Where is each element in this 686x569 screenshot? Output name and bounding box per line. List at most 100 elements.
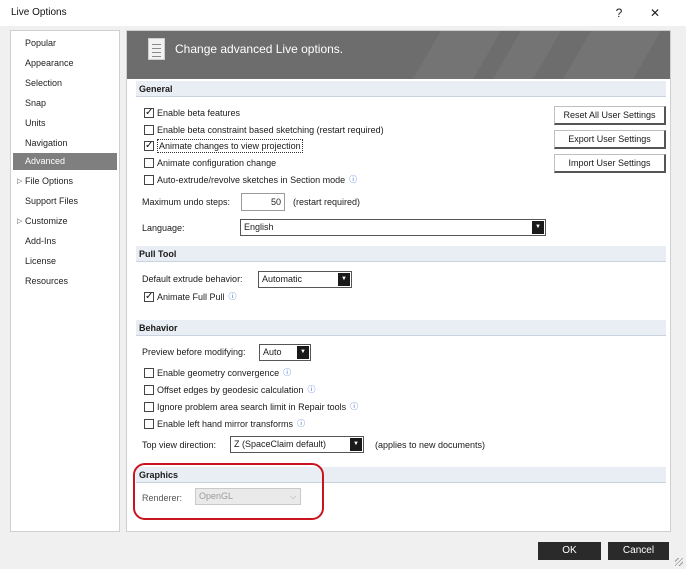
- nav-item-label: File Options: [25, 176, 74, 186]
- section-pull-tool-header: Pull Tool: [136, 246, 666, 262]
- beta-constraint-sketching-checkbox[interactable]: [144, 125, 154, 135]
- info-icon[interactable]: ⓘ: [297, 417, 305, 431]
- checkbox-row[interactable]: Enable beta features: [144, 106, 240, 120]
- nav-item-label: Support Files: [25, 196, 79, 206]
- preview-select[interactable]: Auto ▼: [259, 344, 311, 361]
- checkbox-label: Enable beta features: [157, 108, 241, 118]
- checkbox-label: Ignore problem area search limit in Repa…: [157, 402, 347, 412]
- export-user-settings-button[interactable]: Export User Settings: [554, 130, 666, 149]
- checkbox-label: Enable beta constraint based sketching (…: [157, 125, 384, 135]
- nav-item-label: Add-Ins: [25, 236, 57, 246]
- dropdown-arrow-icon[interactable]: ▼: [350, 438, 362, 451]
- info-icon[interactable]: ⓘ: [283, 366, 291, 380]
- nav-item-popular[interactable]: Popular: [13, 35, 117, 52]
- nav-item-label: Appearance: [25, 58, 74, 68]
- title-bar: [0, 0, 686, 26]
- preview-value: Auto: [263, 347, 282, 357]
- checkbox-row[interactable]: Animate Full Pull ⓘ: [144, 290, 237, 304]
- top-view-label: Top view direction:: [142, 440, 217, 450]
- dropdown-arrow-icon[interactable]: ▼: [532, 221, 544, 234]
- checkbox-row[interactable]: Enable beta constraint based sketching (…: [144, 123, 384, 137]
- undo-steps-label: Maximum undo steps:: [142, 197, 231, 207]
- info-icon[interactable]: ⓘ: [349, 173, 357, 187]
- checkbox-label: Enable left hand mirror transforms: [157, 419, 294, 429]
- nav-item-label: Navigation: [25, 138, 68, 148]
- expand-arrow-icon[interactable]: ▷: [17, 213, 22, 230]
- extrude-behavior-label: Default extrude behavior:: [142, 274, 243, 284]
- options-content: Change advanced Live options. General En…: [126, 30, 671, 532]
- nav-item-license[interactable]: License: [13, 253, 117, 270]
- import-user-settings-button[interactable]: Import User Settings: [554, 154, 666, 173]
- dropdown-arrow-icon[interactable]: ▼: [338, 273, 350, 286]
- language-value: English: [244, 222, 274, 232]
- info-icon[interactable]: ⓘ: [307, 383, 315, 397]
- nav-item-appearance[interactable]: Appearance: [13, 55, 117, 72]
- undo-steps-input[interactable]: 50: [241, 193, 285, 211]
- extrude-behavior-select[interactable]: Automatic ▼: [258, 271, 352, 288]
- nav-item-label: Snap: [25, 98, 47, 108]
- ok-button[interactable]: OK: [538, 542, 601, 560]
- nav-item-label: Customize: [25, 216, 68, 226]
- nav-item-label: License: [25, 256, 57, 266]
- language-label: Language:: [142, 223, 185, 233]
- nav-item-selection[interactable]: Selection: [13, 75, 117, 92]
- checkbox-row[interactable]: Animate configuration change: [144, 156, 276, 170]
- geometry-convergence-checkbox[interactable]: [144, 368, 154, 378]
- top-view-select[interactable]: Z (SpaceClaim default) ▼: [230, 436, 364, 453]
- checkbox-row[interactable]: Animate changes to view projection: [144, 139, 303, 153]
- dropdown-arrow-icon[interactable]: ▼: [297, 346, 309, 359]
- nav-item-snap[interactable]: Snap: [13, 95, 117, 112]
- checkbox-label: Animate changes to view projection: [157, 139, 303, 153]
- nav-item-label: Advanced: [25, 156, 66, 166]
- banner-stripe: [493, 31, 561, 79]
- banner-stripe: [563, 31, 661, 79]
- nav-item-navigation[interactable]: Navigation: [13, 135, 117, 152]
- extrude-behavior-value: Automatic: [262, 274, 303, 284]
- options-nav: Popular Appearance Selection Snap Units …: [10, 30, 120, 532]
- nav-item-units[interactable]: Units: [13, 115, 117, 132]
- ignore-search-limit-checkbox[interactable]: [144, 402, 154, 412]
- animate-configuration-change-checkbox[interactable]: [144, 158, 154, 168]
- nav-item-label: Selection: [25, 78, 63, 88]
- nav-item-resources[interactable]: Resources: [13, 273, 117, 290]
- left-hand-mirror-checkbox[interactable]: [144, 419, 154, 429]
- nav-item-label: Resources: [25, 276, 69, 286]
- geodesic-offset-checkbox[interactable]: [144, 385, 154, 395]
- checkbox-row[interactable]: Enable geometry convergence ⓘ: [144, 366, 291, 380]
- window-title: Live Options: [11, 7, 67, 18]
- info-icon[interactable]: ⓘ: [350, 400, 358, 414]
- info-icon[interactable]: ⓘ: [229, 290, 237, 304]
- section-behavior-header: Behavior: [136, 320, 666, 336]
- nav-item-support-files[interactable]: Support Files: [13, 193, 117, 210]
- expand-arrow-icon[interactable]: ▷: [17, 173, 22, 190]
- checkbox-row[interactable]: Offset edges by geodesic calculation ⓘ: [144, 383, 315, 397]
- checkbox-row[interactable]: Auto-extrude/revolve sketches in Section…: [144, 173, 357, 187]
- banner-stripe: [413, 31, 501, 79]
- top-view-value: Z (SpaceClaim default): [234, 439, 327, 449]
- cancel-button[interactable]: Cancel: [608, 542, 669, 560]
- nav-item-customize[interactable]: ▷ Customize: [13, 213, 117, 230]
- animate-full-pull-checkbox[interactable]: [144, 290, 154, 304]
- nav-item-add-ins[interactable]: Add-Ins: [13, 233, 117, 250]
- resize-grip-icon[interactable]: [675, 558, 683, 566]
- reset-user-settings-button[interactable]: Reset All User Settings: [554, 106, 666, 125]
- checkbox-label: Auto-extrude/revolve sketches in Section…: [157, 175, 346, 185]
- auto-extrude-checkbox[interactable]: [144, 175, 154, 185]
- checkbox-label: Offset edges by geodesic calculation: [157, 385, 304, 395]
- graphics-highlight-box: [133, 463, 324, 520]
- enable-beta-features-checkbox[interactable]: [144, 106, 154, 120]
- checkbox-row[interactable]: Ignore problem area search limit in Repa…: [144, 400, 358, 414]
- nav-item-label: Popular: [25, 38, 57, 48]
- document-icon: [148, 38, 165, 60]
- help-button[interactable]: ?: [609, 4, 629, 22]
- page-title: Change advanced Live options.: [175, 42, 344, 56]
- animate-view-projection-checkbox[interactable]: [144, 139, 154, 153]
- header-banner: Change advanced Live options.: [127, 31, 670, 79]
- nav-item-advanced[interactable]: Advanced: [13, 153, 117, 170]
- nav-item-file-options[interactable]: ▷ File Options: [13, 173, 117, 190]
- nav-item-label: Units: [25, 118, 46, 128]
- close-button[interactable]: ✕: [645, 4, 665, 22]
- language-select[interactable]: English ▼: [240, 219, 546, 236]
- checkbox-label: Animate Full Pull: [157, 292, 225, 302]
- checkbox-row[interactable]: Enable left hand mirror transforms ⓘ: [144, 417, 305, 431]
